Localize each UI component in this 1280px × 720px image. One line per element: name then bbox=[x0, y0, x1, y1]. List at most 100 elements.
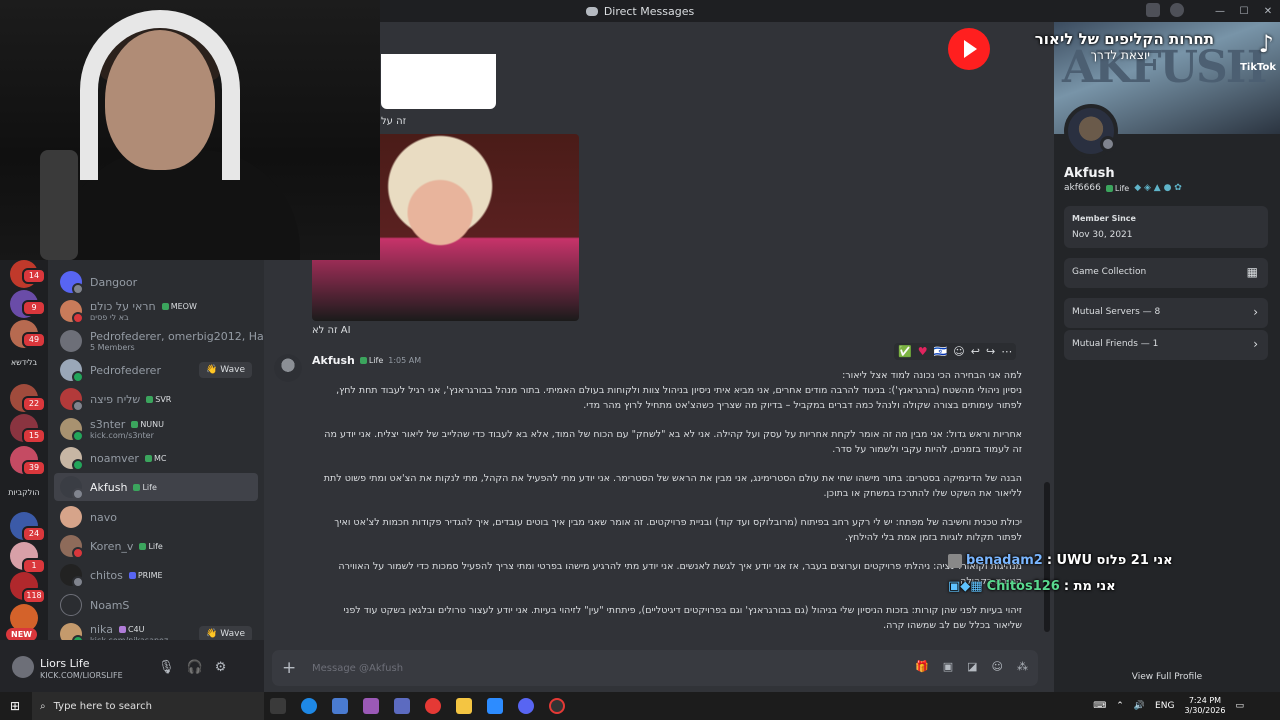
taskbar-search[interactable]: ⌕ Type here to search bbox=[32, 692, 264, 720]
inbox-icon[interactable] bbox=[1146, 3, 1160, 17]
dm-item-active[interactable]: Akfush Life bbox=[54, 473, 258, 501]
flag-reaction-icon[interactable]: 🇮🇱 bbox=[934, 345, 948, 358]
user-avatar[interactable] bbox=[12, 656, 34, 678]
heart-reaction-icon[interactable]: ♥ bbox=[918, 345, 928, 358]
store-icon[interactable] bbox=[332, 698, 348, 714]
dm-item[interactable]: NoamS bbox=[54, 591, 258, 619]
mutual-friends-label: Mutual Friends — 1 bbox=[1072, 339, 1159, 349]
tiktok-logo-icon: ♪ bbox=[1258, 30, 1274, 58]
group-avatar bbox=[60, 330, 82, 352]
volume-icon[interactable]: 🔊 bbox=[1134, 701, 1145, 711]
edge-icon[interactable] bbox=[301, 698, 317, 714]
reply-icon[interactable]: ↩ bbox=[971, 345, 980, 358]
task-view-icon[interactable] bbox=[270, 698, 286, 714]
chrome-icon[interactable] bbox=[425, 698, 441, 714]
emoji-icon[interactable]: ☺ bbox=[992, 660, 1003, 673]
dm-item[interactable]: Koren_v Life bbox=[54, 532, 258, 560]
discord-taskbar-icon[interactable] bbox=[518, 698, 534, 714]
folder-label[interactable]: הולקביות bbox=[4, 488, 44, 497]
mutual-friends-card[interactable]: Mutual Friends — 1 › bbox=[1064, 330, 1268, 360]
unread-badge: 9 bbox=[22, 300, 46, 316]
status-indicator bbox=[72, 400, 84, 412]
settings-gear-icon[interactable]: ⚙ bbox=[215, 660, 227, 675]
badges-icon[interactable]: ◆ ◈ ▲ ● ✿ bbox=[1134, 183, 1182, 193]
folder-label[interactable]: בלידשא bbox=[4, 358, 44, 367]
user-status: KICK.COM/LIORSLIFE bbox=[40, 671, 123, 680]
game-collection-card[interactable]: Game Collection ▦ bbox=[1064, 258, 1268, 288]
avatar bbox=[60, 271, 84, 295]
maximize-button[interactable]: ☐ bbox=[1232, 6, 1256, 17]
chevron-up-icon[interactable]: ⌃ bbox=[1116, 701, 1124, 711]
mutual-servers-label: Mutual Servers — 8 bbox=[1072, 307, 1161, 317]
dm-item[interactable]: Pedrofederer, omerbig2012, Hadar... 5 Mem… bbox=[54, 327, 291, 355]
status-indicator bbox=[72, 488, 84, 500]
windows-taskbar: ⊞ ⌕ Type here to search ⌨ ⌃ 🔊 ENG 7:24 P… bbox=[0, 692, 1280, 720]
profile-avatar[interactable] bbox=[1064, 104, 1118, 158]
status-indicator bbox=[1100, 136, 1116, 152]
youtube-logo-icon bbox=[948, 28, 990, 70]
clock[interactable]: 7:24 PM 3/30/2026 bbox=[1184, 696, 1225, 716]
check-reaction-icon[interactable]: ✅ bbox=[898, 345, 912, 358]
close-button[interactable]: ✕ bbox=[1256, 6, 1280, 17]
dm-item[interactable]: chitos PRIME bbox=[54, 561, 258, 589]
dm-item[interactable]: Dangoor bbox=[54, 268, 258, 296]
mutual-servers-card[interactable]: Mutual Servers — 8 › bbox=[1064, 298, 1268, 328]
language-indicator[interactable]: ENG bbox=[1155, 701, 1174, 711]
dm-item[interactable]: s3nter NUNU kick.com/s3nter bbox=[54, 415, 258, 443]
sticker-icon[interactable]: ◪ bbox=[967, 660, 977, 673]
help-icon[interactable] bbox=[1170, 3, 1184, 17]
clan-tag: MC bbox=[144, 454, 166, 463]
avatar bbox=[60, 418, 84, 442]
headphones-shape bbox=[80, 10, 240, 180]
message-actions: ✅ ♥ 🇮🇱 ☺ ↩ ↪ ⋯ bbox=[894, 343, 1017, 360]
microphone-icon[interactable]: 🎙 bbox=[158, 660, 175, 675]
wave-button[interactable]: 👋 Wave bbox=[199, 362, 252, 378]
message-paragraph: הבנה של הדינמיקה בסטרים: בתור מישהו שחי … bbox=[323, 473, 1022, 499]
unread-badge: 49 bbox=[22, 332, 46, 348]
file-explorer-icon[interactable] bbox=[456, 698, 472, 714]
message-text: זה על bbox=[381, 116, 407, 127]
profile-username-row: akf6666 Life ◆ ◈ ▲ ● ✿ bbox=[1064, 183, 1182, 193]
dm-subtext: 5 Members bbox=[90, 343, 135, 352]
message-avatar[interactable] bbox=[274, 354, 302, 382]
dm-item[interactable]: Pedrofederer 👋 Wave bbox=[54, 356, 258, 384]
chat-username: Chitos126 bbox=[986, 579, 1060, 594]
windows-start-icon[interactable]: ⊞ bbox=[10, 699, 20, 713]
minimize-button[interactable]: — bbox=[1208, 6, 1232, 17]
more-icon[interactable]: ⋯ bbox=[1001, 345, 1012, 358]
apps-icon[interactable]: ⁂ bbox=[1017, 660, 1028, 673]
message-paragraph: מנהיגות וקואורדינציה: ניהלתי פרויקטים וע… bbox=[338, 561, 1022, 587]
profile-username: akf6666 bbox=[1064, 183, 1101, 193]
chat-avatar-icon bbox=[948, 553, 962, 568]
image-attachment[interactable] bbox=[381, 54, 496, 109]
message-author[interactable]: Akfush bbox=[312, 354, 355, 367]
dm-item[interactable]: שליח פיצה SVR bbox=[54, 385, 258, 413]
dm-item[interactable]: חראי על כולם MEOW בא לי פסים bbox=[54, 297, 258, 325]
forward-icon[interactable]: ↪ bbox=[986, 345, 995, 358]
message-input[interactable] bbox=[312, 659, 852, 677]
gift-icon[interactable]: 🎁 bbox=[915, 660, 929, 673]
notifications-icon[interactable]: ▭ bbox=[1235, 701, 1244, 711]
member-since-card: Member Since Nov 30, 2021 bbox=[1064, 206, 1268, 248]
discord-icon bbox=[585, 6, 598, 16]
dm-item[interactable]: navo bbox=[54, 503, 258, 531]
avatar bbox=[60, 300, 84, 324]
avatar bbox=[60, 476, 84, 500]
gif-icon[interactable]: ▣ bbox=[943, 660, 953, 673]
clan-tag: Life bbox=[139, 542, 163, 551]
app-icon[interactable] bbox=[487, 698, 503, 714]
headphones-icon[interactable]: 🎧 bbox=[187, 660, 203, 675]
view-full-profile-link[interactable]: View Full Profile bbox=[1054, 672, 1280, 682]
chat-message: : UWU אני 21 פלוס bbox=[1046, 553, 1173, 568]
app-icon[interactable] bbox=[363, 698, 379, 714]
overlay-title: תחרות הקליפים של ליאור bbox=[1034, 30, 1214, 48]
app-icon[interactable] bbox=[394, 698, 410, 714]
add-reaction-icon[interactable]: ☺ bbox=[953, 345, 964, 358]
add-attachment-icon[interactable]: + bbox=[282, 658, 296, 678]
avatar bbox=[60, 359, 84, 383]
obs-icon[interactable] bbox=[549, 698, 565, 714]
keyboard-icon[interactable]: ⌨ bbox=[1093, 701, 1106, 711]
dm-item[interactable]: noamver MC bbox=[54, 444, 258, 472]
dm-name: s3nter bbox=[90, 418, 126, 431]
webcam-overlay bbox=[0, 0, 380, 260]
